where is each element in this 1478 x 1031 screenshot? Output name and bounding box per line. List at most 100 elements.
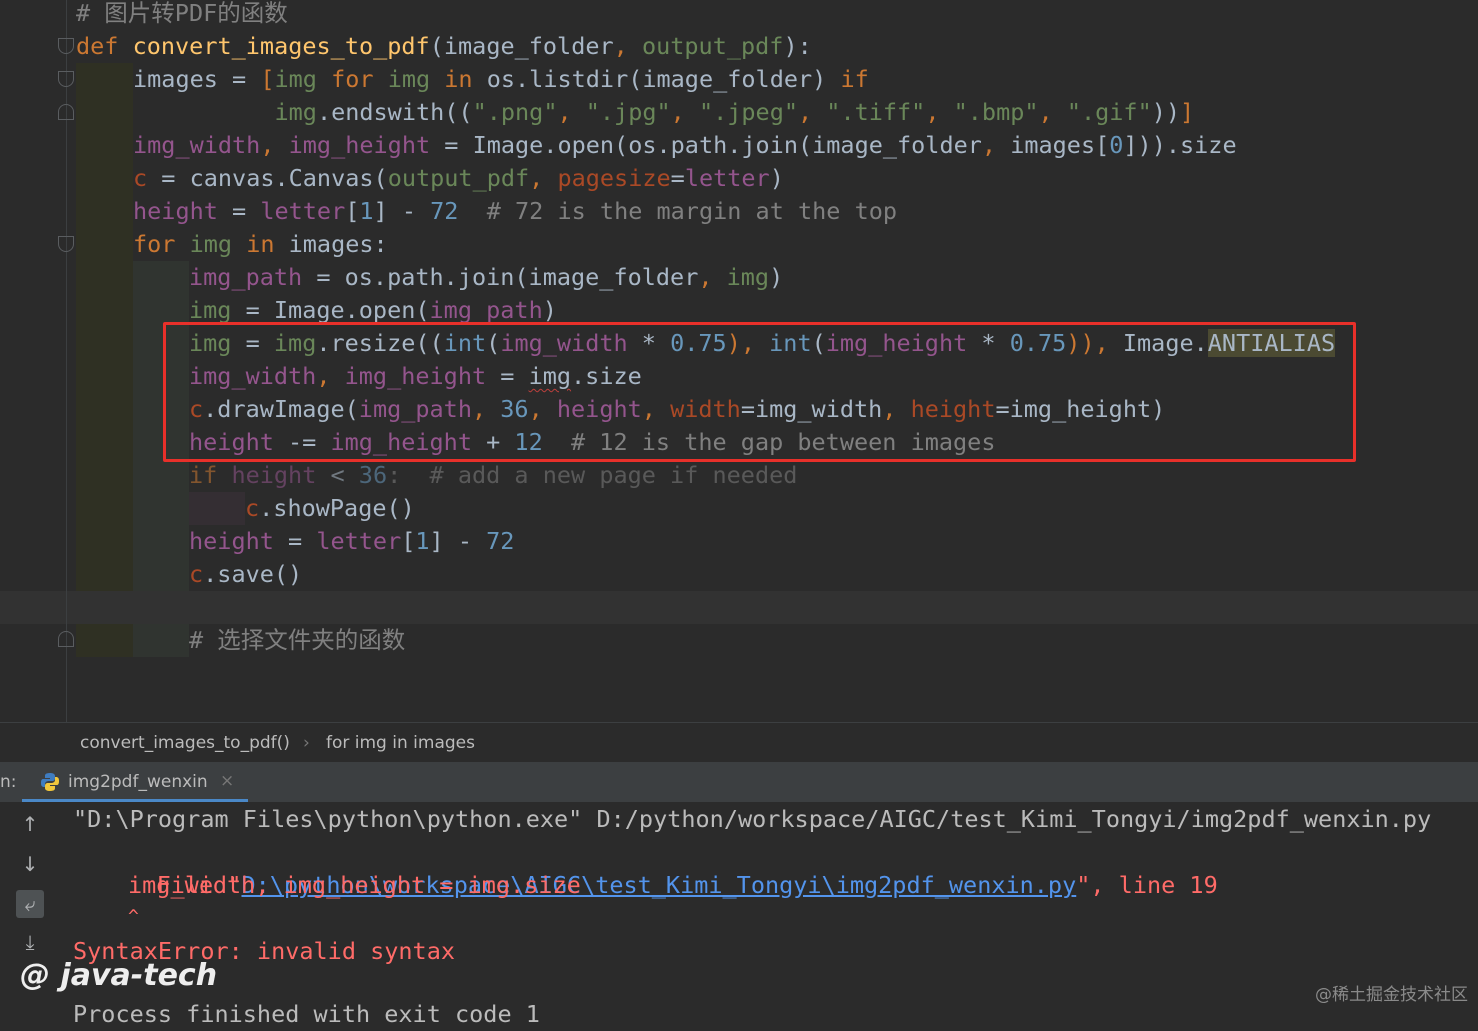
code-token: ,: [925, 98, 954, 126]
code-token: ): [769, 164, 784, 192]
code-line[interactable]: def convert_images_to_pdf(image_folder, …: [0, 30, 1478, 63]
code-token: img: [726, 263, 770, 291]
code-text: img_width, img_height = Image.open(os.pa…: [133, 129, 1237, 162]
code-token: ,: [698, 263, 727, 291]
indent-guide: [133, 459, 189, 492]
code-text: c = canvas.Canvas(output_pdf, pagesize=l…: [133, 162, 784, 195]
python-icon: [41, 773, 59, 791]
code-line[interactable]: # 图片转PDF的函数: [0, 0, 1478, 30]
code-line[interactable]: img_width, img_height = Image.open(os.pa…: [0, 129, 1478, 162]
scroll-to-end-icon[interactable]: ⤓: [16, 928, 44, 956]
fold-toggle-icon[interactable]: [58, 236, 74, 252]
code-token: =: [670, 164, 685, 192]
code-line[interactable]: c.showPage(): [0, 492, 1478, 525]
code-token: .endswith((: [316, 98, 473, 126]
breadcrumb-function[interactable]: convert_images_to_pdf(): [80, 733, 290, 753]
code-line[interactable]: if height < 36: # add a new page if need…: [0, 459, 1478, 492]
code-token: = os.path.join(image_folder: [302, 263, 699, 291]
indent-guide: [189, 492, 245, 525]
indent-guide: [76, 63, 133, 96]
code-token: img_width: [133, 131, 261, 159]
code-token: img_height: [288, 131, 431, 159]
code-token: ".png": [472, 98, 558, 126]
indent-guide: [133, 525, 189, 558]
code-line[interactable]: img.endswith((".png", ".jpg", ".jpeg", "…: [0, 96, 1478, 129]
arrow-down-icon[interactable]: ↓: [16, 850, 44, 878]
code-token: ,: [1038, 98, 1067, 126]
console-exit-line: Process finished with exit code 1: [73, 1000, 540, 1028]
run-tab-img2pdf[interactable]: img2pdf_wenxin ×: [22, 762, 248, 802]
code-token: = Image.open(os.path.join(image_folder: [430, 131, 982, 159]
code-token: if: [840, 65, 869, 93]
code-line[interactable]: c.save(): [0, 558, 1478, 591]
code-line[interactable]: images = [img for img in os.listdir(imag…: [0, 63, 1478, 96]
code-token: os.listdir(image_folder): [486, 65, 841, 93]
code-line[interactable]: c = canvas.Canvas(output_pdf, pagesize=l…: [0, 162, 1478, 195]
code-token: # 72 is the margin at the top: [458, 197, 898, 225]
code-token: [: [401, 527, 416, 555]
code-token: output_pdf: [387, 164, 530, 192]
console-error-code: img_width, img_height = img.size: [128, 871, 581, 899]
run-tab-label: img2pdf_wenxin: [68, 772, 208, 792]
code-token: def: [76, 32, 133, 60]
code-editor[interactable]: # 图片转PDF的函数 def convert_images_to_pdf(ima…: [0, 0, 1478, 722]
close-icon[interactable]: ×: [220, 771, 234, 791]
code-text: if height < 36: # add a new page if need…: [189, 459, 797, 492]
indent-guide: [133, 624, 189, 657]
breadcrumb-block[interactable]: for img in images: [326, 733, 475, 753]
code-token: images[: [1010, 131, 1110, 159]
code-text: img_path = os.path.join(image_folder, im…: [189, 261, 783, 294]
code-token: ,: [613, 32, 642, 60]
code-line[interactable]: height = letter[1] - 72 # 72 is the marg…: [0, 195, 1478, 228]
fold-toggle-icon[interactable]: [58, 71, 74, 87]
code-token: in: [444, 65, 487, 93]
code-token: for: [133, 230, 190, 258]
indent-guide: [76, 129, 133, 162]
code-token: height: [231, 461, 317, 489]
code-token: ] -: [429, 527, 487, 555]
code-token: ):: [783, 32, 812, 60]
code-text: images = [img for img in os.listdir(imag…: [133, 63, 869, 96]
console-file-line: File "D:\python\workspace\AIGC\test_Kimi…: [100, 836, 1218, 899]
code-token: letter: [316, 527, 402, 555]
code-token: in: [246, 230, 289, 258]
code-token: 1: [359, 197, 374, 225]
indent-guide: [133, 558, 189, 591]
code-token: img_path: [189, 263, 303, 291]
indent-guide: [76, 162, 133, 195]
arrow-up-icon[interactable]: ↑: [16, 810, 44, 838]
code-token: images =: [133, 65, 261, 93]
code-token: 1: [415, 527, 430, 555]
fold-toggle-icon[interactable]: [58, 38, 74, 54]
run-tool-window-header: n: img2pdf_wenxin ×: [0, 762, 1478, 802]
code-token: = canvas.Canvas(: [147, 164, 388, 192]
indent-guide: [76, 96, 133, 129]
code-token: image_folder: [443, 32, 614, 60]
indent-guide: [76, 360, 133, 393]
code-line[interactable]: [0, 591, 1478, 624]
fold-toggle-icon[interactable]: [58, 631, 74, 647]
indent-guide: [76, 393, 133, 426]
code-token: 0: [1109, 131, 1124, 159]
code-line[interactable]: # 选择文件夹的函数: [0, 624, 1478, 657]
run-console[interactable]: ↑ ↓ ⤶ ⤓ "D:\Program Files\python\python.…: [0, 802, 1478, 1028]
code-token: letter: [260, 197, 346, 225]
code-token: ".bmp": [953, 98, 1039, 126]
soft-wrap-icon[interactable]: ⤶: [16, 890, 44, 918]
code-token: img: [189, 230, 247, 258]
code-token: img: [387, 65, 445, 93]
indent-guide: [76, 459, 133, 492]
fold-toggle-icon[interactable]: [58, 104, 74, 120]
code-token: ,: [260, 131, 289, 159]
code-token: pagesize: [557, 164, 671, 192]
code-line[interactable]: for img in images:: [0, 228, 1478, 261]
code-token: .save(): [203, 560, 303, 588]
indent-guide: [76, 195, 133, 228]
indent-guide: [76, 261, 133, 294]
code-token: images:: [288, 230, 388, 258]
code-token: <: [316, 461, 359, 489]
code-line[interactable]: img_path = os.path.join(image_folder, im…: [0, 261, 1478, 294]
indent-guide: [76, 558, 133, 591]
code-line[interactable]: height = letter[1] - 72: [0, 525, 1478, 558]
indent-guide: [76, 228, 133, 261]
